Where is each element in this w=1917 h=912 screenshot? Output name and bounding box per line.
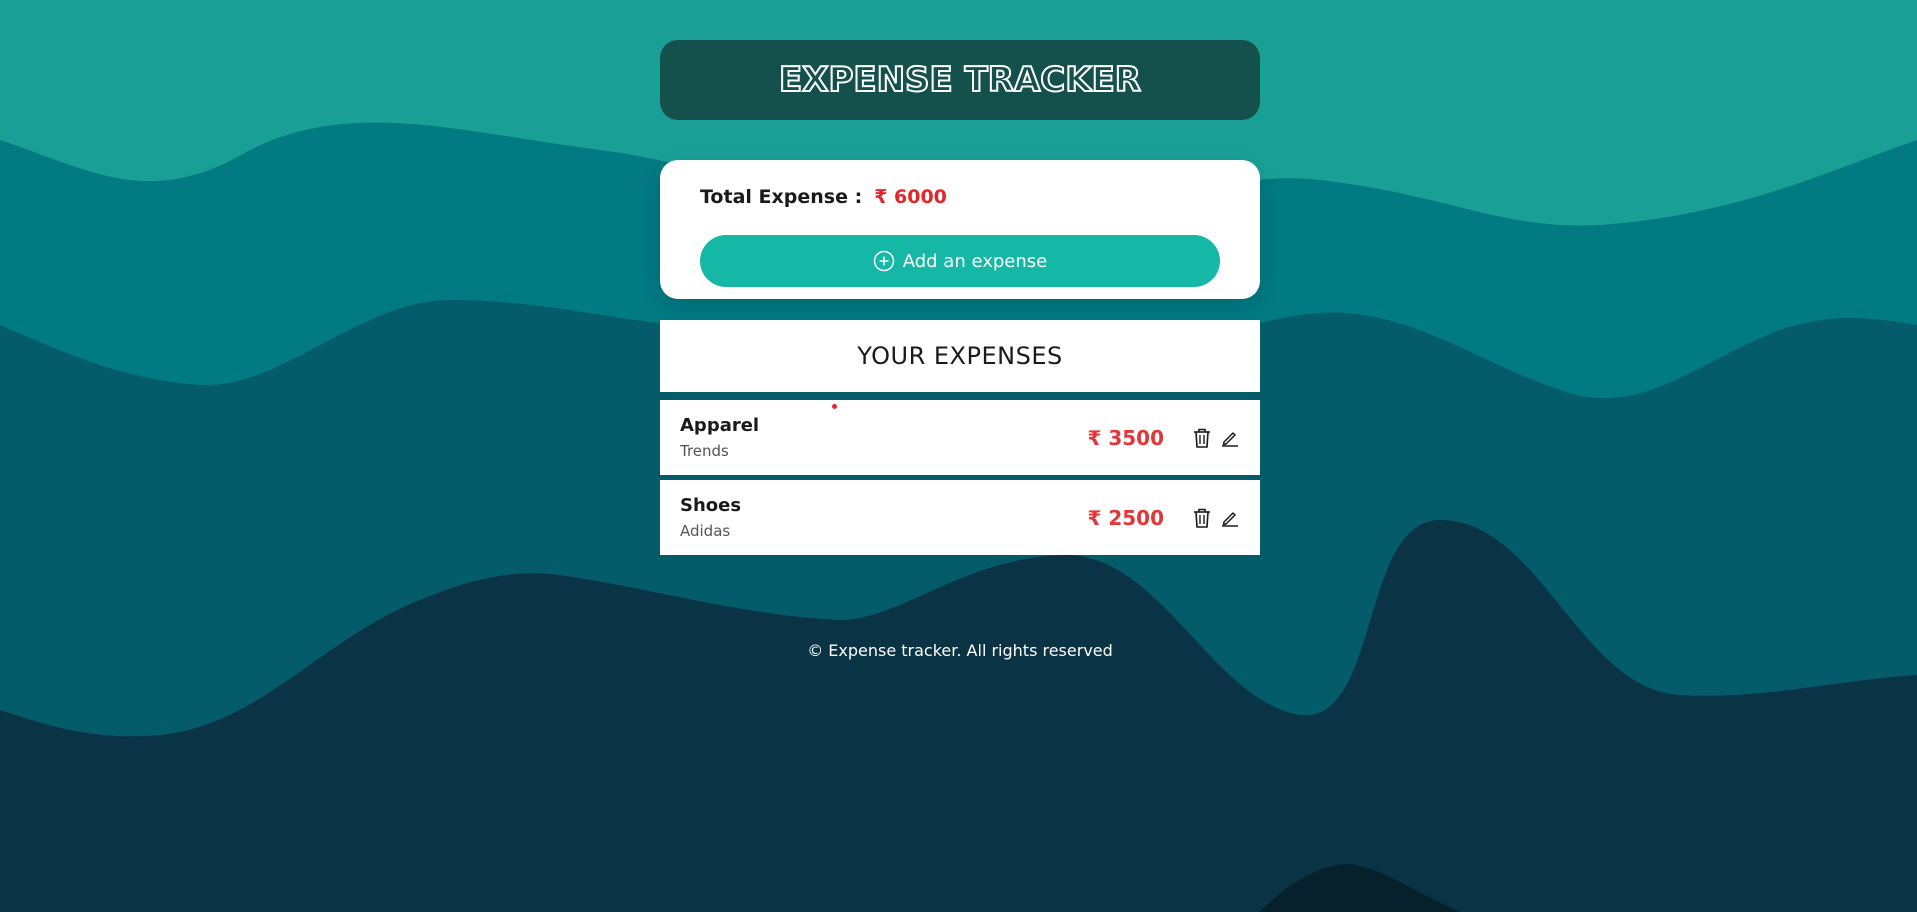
pencil-icon[interactable] xyxy=(1220,508,1240,528)
total-expense-label: Total Expense : xyxy=(700,186,863,208)
app-header: EXPENSE TRACKER xyxy=(660,40,1260,120)
plus-circle-icon xyxy=(873,250,895,272)
total-expense-row: Total Expense : ₹ 6000 xyxy=(700,184,1220,210)
expense-vendor: Adidas xyxy=(680,522,731,540)
trash-icon[interactable] xyxy=(1192,428,1212,448)
expense-vendor: Trends xyxy=(680,442,729,460)
footer-copyright: © Expense tracker. All rights reserved xyxy=(807,641,1113,660)
expense-name: Apparel xyxy=(680,415,760,436)
expense-item-actions: ₹ 2500 xyxy=(1087,506,1240,530)
expense-item-actions: ₹ 3500 xyxy=(1087,426,1240,450)
app-title: EXPENSE TRACKER xyxy=(778,59,1142,101)
expense-name: Shoes xyxy=(680,495,742,516)
summary-card: Total Expense : ₹ 6000 Add an expense xyxy=(660,160,1260,299)
trash-icon[interactable] xyxy=(1192,508,1212,528)
expense-item-info: Shoes Adidas xyxy=(680,495,741,540)
expense-item-info: Apparel Trends xyxy=(680,415,759,460)
expense-item-apparel: Apparel Trends ₹ 3500 xyxy=(660,400,1260,475)
expense-item-shoes: Shoes Adidas ₹ 2500 xyxy=(660,480,1260,555)
pencil-icon[interactable] xyxy=(1220,428,1240,448)
expenses-section-title: YOUR EXPENSES xyxy=(660,320,1260,392)
add-expense-button[interactable]: Add an expense xyxy=(700,235,1220,287)
expense-amount: ₹ 3500 xyxy=(1087,425,1164,450)
total-expense-value: ₹ 6000 xyxy=(874,186,947,208)
red-dot-marker xyxy=(832,404,837,409)
expense-amount: ₹ 2500 xyxy=(1087,505,1164,530)
add-expense-label: Add an expense xyxy=(902,250,1048,272)
main-container: EXPENSE TRACKER Total Expense : ₹ 6000 A… xyxy=(660,40,1260,555)
